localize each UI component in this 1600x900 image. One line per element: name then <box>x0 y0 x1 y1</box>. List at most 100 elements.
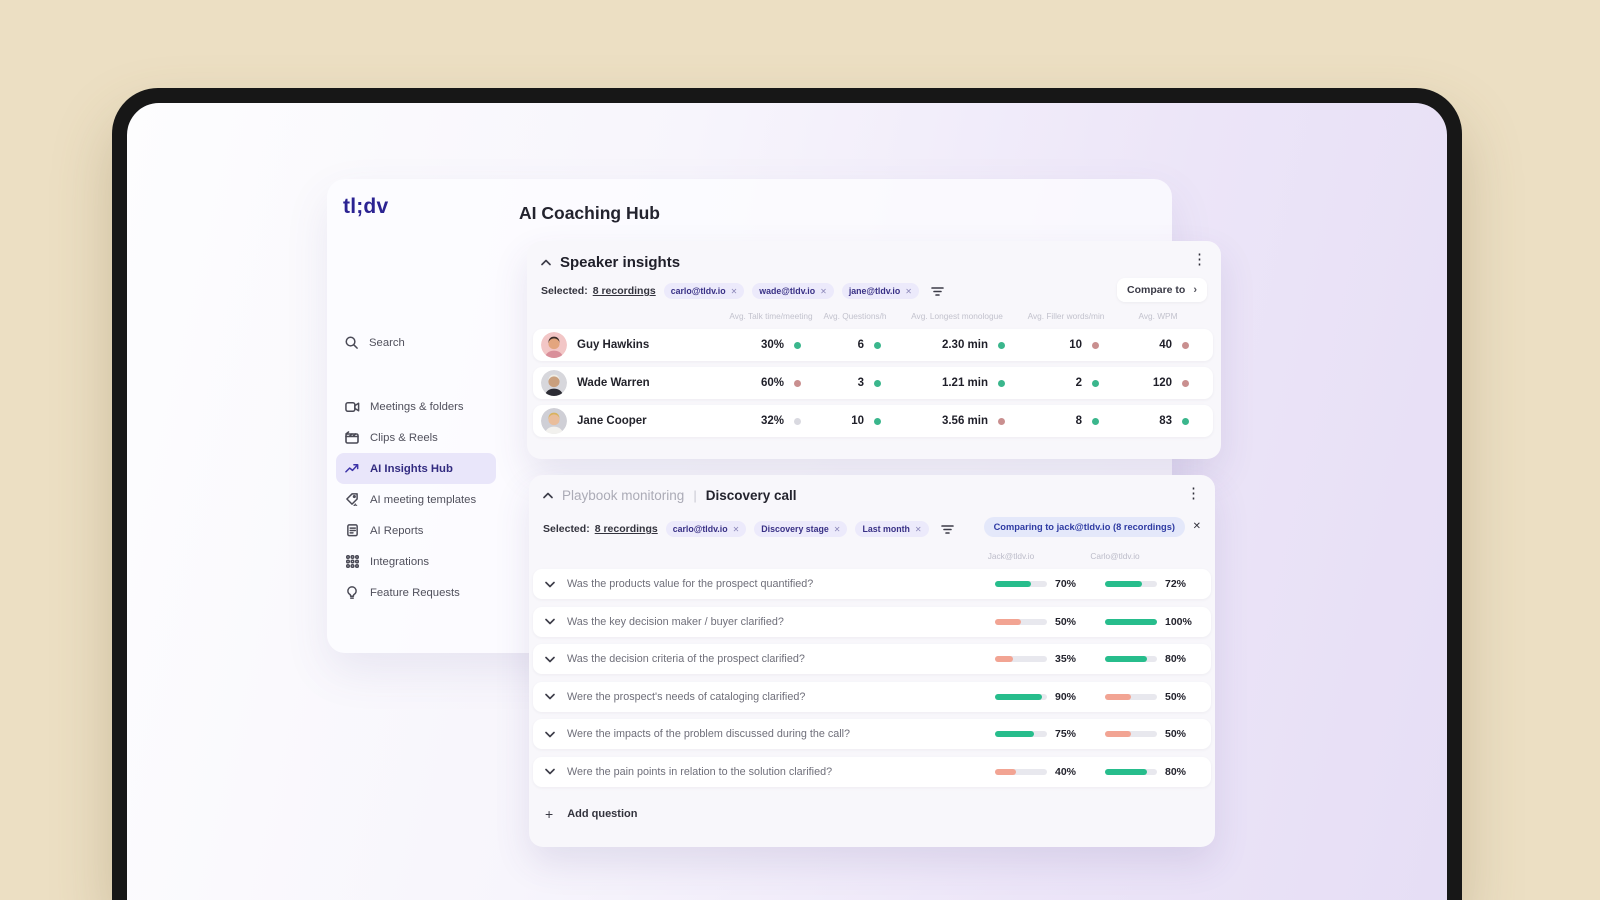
metric-cell: 10 <box>815 415 895 427</box>
left-percentage: 90% <box>1055 690 1077 703</box>
speaker-insights-card: Speaker insights ⋮ Selected: 8 recording… <box>527 241 1221 459</box>
left-column-header: Jack@tldv.io <box>987 551 1035 561</box>
sidebar-item-ai-reports[interactable]: AI Reports <box>336 515 496 546</box>
question-text: Were the impacts of the problem discusse… <box>567 728 851 740</box>
filter-chip[interactable]: wade@tldv.io ✕ <box>752 283 834 299</box>
question-row[interactable]: Were the pain points in relation to the … <box>533 756 1211 787</box>
question-row[interactable]: Was the products value for the prospect … <box>533 569 1211 599</box>
metric-value: 83 <box>1159 415 1172 427</box>
close-icon[interactable]: ✕ <box>1193 521 1201 532</box>
status-dot-green <box>998 341 1005 349</box>
comparing-to-pill[interactable]: Comparing to jack@tldv.io (8 recordings) <box>983 517 1185 537</box>
chip-close-icon[interactable]: ✕ <box>733 525 740 534</box>
video-camera-icon <box>344 401 360 413</box>
speaker-chips: carlo@tldv.io ✕ wade@tldv.io ✕ jane@tldv… <box>663 283 919 299</box>
expand-chevron-down-icon[interactable] <box>545 731 555 738</box>
sidebar-item-integrations[interactable]: Integrations <box>336 546 496 577</box>
metric-value: 40 <box>1159 339 1172 351</box>
question-row[interactable]: Were the impacts of the problem discusse… <box>533 719 1211 749</box>
expand-chevron-down-icon[interactable] <box>545 581 555 588</box>
chip-close-icon[interactable]: ✕ <box>820 287 827 296</box>
metric-cell: 83 <box>1113 415 1203 427</box>
metric-cell: 1.21 min <box>895 377 1019 389</box>
sidebar-item-meetings-folders[interactable]: Meetings & folders <box>336 391 496 422</box>
clapperboard-icon <box>344 431 360 444</box>
search-label: Search <box>369 336 405 349</box>
speaker-name: Guy Hawkins <box>577 339 650 351</box>
expand-chevron-down-icon[interactable] <box>545 618 555 625</box>
chevron-right-icon: › <box>1193 284 1197 296</box>
metric-cell: 2 <box>1019 377 1113 389</box>
kebab-menu-icon[interactable]: ⋮ <box>1186 486 1201 501</box>
left-progress-bar <box>995 656 1047 662</box>
left-progress-bar <box>995 581 1047 587</box>
recordings-count-link[interactable]: 8 recordings <box>593 285 656 297</box>
filter-icon[interactable] <box>940 524 954 535</box>
filter-chip[interactable]: carlo@tldv.io ✕ <box>663 283 745 299</box>
chip-close-icon[interactable]: ✕ <box>834 525 841 534</box>
speaker-row[interactable]: Guy Hawkins 30% 6 2.30 min 10 40 <box>533 329 1213 361</box>
filter-chip[interactable]: carlo@tldv.io ✕ <box>665 521 747 537</box>
left-percentage: 50% <box>1055 615 1077 628</box>
status-dot-green <box>998 379 1005 387</box>
metric-cell: 120 <box>1113 377 1203 389</box>
question-row[interactable]: Were the prospect's needs of cataloging … <box>533 681 1211 712</box>
metric-value: 2 <box>1075 377 1082 389</box>
chip-close-icon[interactable]: ✕ <box>915 525 922 534</box>
status-dot-red <box>1182 379 1189 387</box>
avatar <box>541 408 577 434</box>
add-question-button[interactable]: + Add question <box>533 799 1211 829</box>
filter-chip[interactable]: Discovery stage ✕ <box>754 521 848 537</box>
report-doc-icon <box>344 524 360 537</box>
metric-cell: 3 <box>815 377 895 389</box>
filter-chip[interactable]: jane@tldv.io ✕ <box>841 283 919 299</box>
kebab-menu-icon[interactable]: ⋮ <box>1192 252 1207 267</box>
sidebar-item-feature-requests[interactable]: Feature Requests <box>336 577 496 608</box>
sidebar-item-ai-meeting-templates[interactable]: AI meeting templates <box>336 484 496 515</box>
expand-chevron-down-icon[interactable] <box>545 768 555 775</box>
desktop-background: tl;dv Search Meetings & folders Clips & … <box>0 0 1600 900</box>
metric-value: 10 <box>1069 339 1082 351</box>
chip-close-icon[interactable]: ✕ <box>905 287 912 296</box>
chip-close-icon[interactable]: ✕ <box>731 287 738 296</box>
metric-value: 32% <box>760 415 784 427</box>
page-title: AI Coaching Hub <box>519 203 660 223</box>
recordings-count-link[interactable]: 8 recordings <box>595 523 658 535</box>
right-progress-bar <box>1105 731 1157 737</box>
speaker-row[interactable]: Wade Warren 60% 3 1.21 min 2 120 <box>533 367 1213 399</box>
collapse-chevron-up-icon[interactable] <box>541 259 551 266</box>
column-header: Avg. Filler words/min <box>1027 311 1105 321</box>
question-row[interactable]: Was the decision criteria of the prospec… <box>533 644 1211 674</box>
right-progress-bar <box>1105 693 1157 700</box>
playbook-monitoring-title: Playbook monitoring <box>562 488 685 503</box>
expand-chevron-down-icon[interactable] <box>545 693 555 700</box>
status-dot-green <box>874 341 881 349</box>
tag-icon <box>344 493 360 506</box>
filter-icon[interactable] <box>931 286 944 297</box>
collapse-chevron-up-icon[interactable] <box>543 492 553 499</box>
metric-value: 10 <box>851 415 864 427</box>
expand-chevron-down-icon[interactable] <box>545 656 555 663</box>
question-text: Was the products value for the prospect … <box>567 578 814 590</box>
sidebar-item-clips-reels[interactable]: Clips & Reels <box>336 422 496 453</box>
filter-chip[interactable]: Last month ✕ <box>855 521 929 537</box>
compare-to-button[interactable]: Compare to › <box>1116 278 1207 302</box>
metric-cell: 6 <box>815 339 895 351</box>
search-button[interactable]: Search <box>343 335 405 350</box>
sidebar-item-ai-insights-hub[interactable]: AI Insights Hub <box>336 453 496 484</box>
right-progress-bar <box>1105 581 1157 587</box>
speaker-card-header: Speaker insights ⋮ <box>541 252 1207 271</box>
metric-cell: 2.30 min <box>895 339 1019 351</box>
speaker-row[interactable]: Jane Cooper 32% 10 3.56 min 8 83 <box>533 405 1213 437</box>
question-text: Was the key decision maker / buyer clari… <box>567 615 784 628</box>
right-percentage: 50% <box>1165 690 1187 703</box>
status-dot-green <box>1092 417 1099 425</box>
metric-value: 8 <box>1075 415 1082 427</box>
status-dot-red <box>1182 341 1189 349</box>
status-dot-red <box>998 417 1005 425</box>
plus-icon: + <box>545 806 554 822</box>
speaker-filter-row: Selected: 8 recordings carlo@tldv.io ✕ w… <box>541 278 1207 302</box>
add-question-label: Add question <box>567 808 638 820</box>
discovery-call-title: Discovery call <box>705 488 797 503</box>
question-row[interactable]: Was the key decision maker / buyer clari… <box>533 606 1211 637</box>
